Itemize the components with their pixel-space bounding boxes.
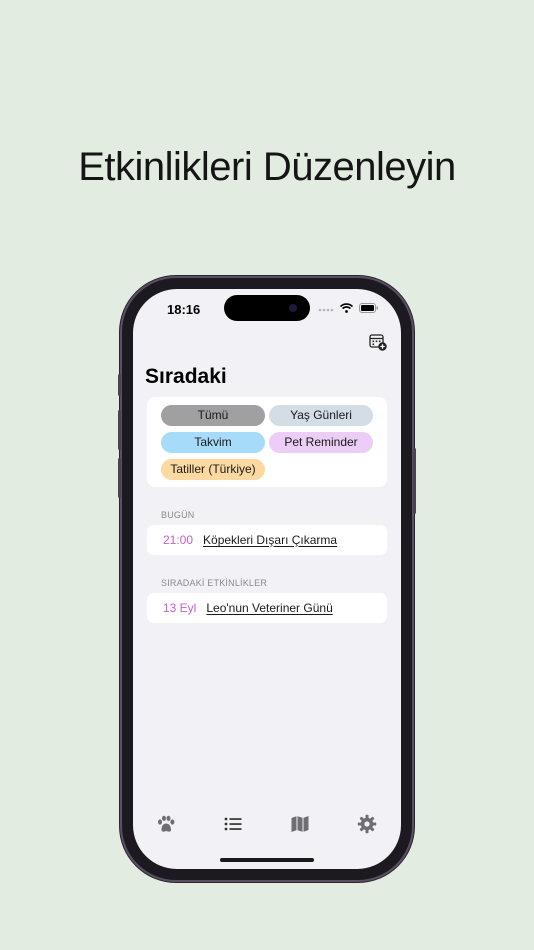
phone-screen: 18:16 Sıradaki Tümü Yaş Günleri Takvim P… [133,289,401,869]
gear-icon[interactable] [356,813,378,835]
status-time: 18:16 [167,302,201,317]
event-title[interactable]: Köpekleri Dışarı Çıkarma [203,533,337,547]
event-row[interactable]: 13 Eyl Leo'nun Veteriner Günü [147,593,387,623]
event-time: 21:00 [163,533,194,547]
filter-chip-calendar[interactable]: Takvim [161,432,265,453]
filter-card: Tümü Yaş Günleri Takvim Pet Reminder Tat… [147,397,387,487]
page-title: Sıradaki [145,365,227,388]
section-label-today: BUGÜN [161,510,195,520]
headline: Etkinlikleri Düzenleyin [78,145,456,189]
map-icon[interactable] [289,813,311,835]
volume-down-button [118,458,121,498]
power-button [413,448,416,514]
dynamic-island [224,295,310,321]
calendar-add-icon[interactable] [369,333,387,351]
filter-chip-all[interactable]: Tümü [161,405,265,426]
list-icon[interactable] [222,813,244,835]
volume-up-button [118,410,121,450]
event-date: 13 Eyl [163,601,197,615]
mute-switch [118,374,121,396]
event-title[interactable]: Leo'nun Veteriner Günü [206,601,332,615]
phone-frame: 18:16 Sıradaki Tümü Yaş Günleri Takvim P… [118,278,416,880]
status-icons [318,303,379,313]
signal-icon [318,308,334,312]
filter-chip-pet-reminder[interactable]: Pet Reminder [269,432,373,453]
paw-icon[interactable] [155,813,177,835]
filter-chip-holidays[interactable]: Tatiller (Türkiye) [161,459,265,480]
section-label-upcoming: SIRADAKİ ETKİNLİKLER [161,578,268,588]
filter-chip-birthdays[interactable]: Yaş Günleri [269,405,373,426]
tab-bar [133,813,401,843]
wifi-icon [340,303,353,313]
event-row[interactable]: 21:00 Köpekleri Dışarı Çıkarma [147,525,387,555]
home-indicator [220,858,314,862]
battery-icon [359,303,378,313]
